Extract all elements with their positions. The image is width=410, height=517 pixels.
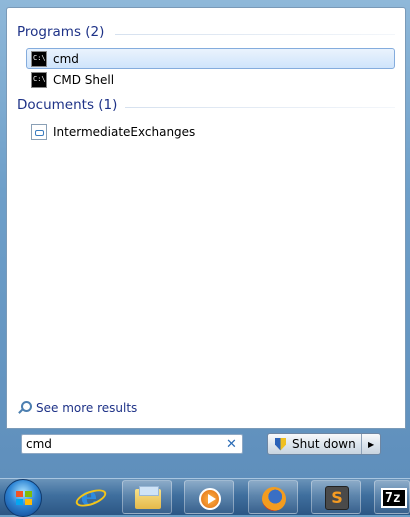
document-icon — [31, 123, 47, 140]
media-player-icon — [199, 488, 221, 510]
start-search-input[interactable] — [22, 436, 218, 452]
taskbar-windows-explorer[interactable] — [122, 480, 172, 514]
internet-explorer-icon: e — [77, 484, 101, 510]
sublime-text-icon: S — [325, 486, 349, 510]
program-item-label: CMD Shell — [53, 72, 115, 87]
taskbar-media-player[interactable] — [184, 480, 234, 514]
programs-group-header[interactable]: Programs (2) — [17, 24, 395, 40]
documents-group-header[interactable]: Documents (1) — [17, 97, 395, 113]
start-menu: Programs (2) C:\ cmd C:\ CMD Shell Docum… — [0, 0, 410, 478]
cmd-icon: C:\ — [31, 50, 47, 67]
see-more-results-link[interactable]: See more results — [17, 401, 137, 415]
program-item-label: cmd — [53, 51, 79, 66]
program-item-cmd[interactable]: C:\ cmd — [26, 48, 395, 69]
start-search-box[interactable]: ✕ — [21, 434, 243, 454]
chevron-right-icon: ▶ — [368, 439, 375, 449]
documents-header-rule — [125, 107, 395, 108]
taskbar-7zip[interactable]: 7z — [374, 480, 410, 514]
magnifier-icon — [17, 401, 32, 415]
windows-logo-icon — [16, 491, 32, 505]
taskbar-internet-explorer[interactable]: e — [64, 480, 114, 514]
search-results-panel: Programs (2) C:\ cmd C:\ CMD Shell Docum… — [6, 7, 406, 429]
uac-shield-icon — [275, 437, 286, 451]
shutdown-button[interactable]: Shut down — [268, 434, 361, 454]
documents-header-label: Documents (1) — [17, 97, 118, 113]
firefox-icon — [262, 487, 286, 511]
windows-explorer-icon — [135, 486, 161, 509]
see-more-results-label: See more results — [36, 401, 138, 415]
document-item-intermediate-exchanges[interactable]: IntermediateExchanges — [26, 121, 395, 142]
cmd-icon: C:\ — [31, 71, 47, 88]
document-item-label: IntermediateExchanges — [53, 124, 196, 139]
taskbar-sublime-text[interactable]: S — [311, 480, 361, 514]
shutdown-options-button[interactable]: ▶ — [361, 434, 380, 454]
programs-header-rule — [115, 34, 395, 35]
shutdown-label: Shut down — [292, 437, 356, 451]
program-item-cmd-shell[interactable]: C:\ CMD Shell — [26, 69, 395, 90]
start-orb-button[interactable] — [4, 479, 42, 517]
7zip-icon: 7z — [381, 488, 407, 508]
shutdown-button-group: Shut down ▶ — [267, 433, 381, 455]
programs-header-label: Programs (2) — [17, 24, 105, 40]
clear-search-icon[interactable]: ✕ — [226, 437, 237, 452]
taskbar-firefox[interactable] — [248, 480, 298, 514]
